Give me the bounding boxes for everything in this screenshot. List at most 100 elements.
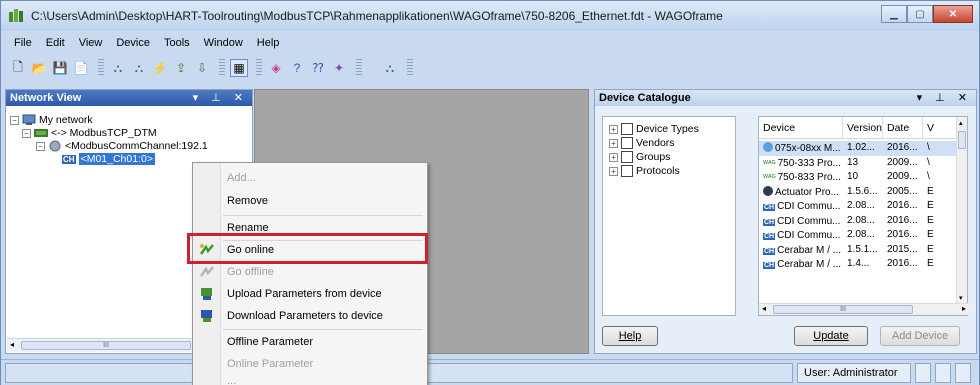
wizard-icon[interactable]: ✦ <box>330 59 348 77</box>
device-row[interactable]: 075x-08xx M... 1.02... 2016... \ <box>759 141 957 156</box>
menu-item-more[interactable]: ... <box>193 375 427 385</box>
tree-label: My network <box>39 114 93 126</box>
update-button[interactable]: Update <box>794 326 868 346</box>
menu-help[interactable]: Help <box>250 35 287 53</box>
menu-tools[interactable]: Tools <box>157 35 197 53</box>
scroll-thumb[interactable]: III <box>21 341 191 350</box>
vendor-cell: \ <box>927 142 930 153</box>
device-row[interactable]: CH CDI Commu... 2.08... 2016... E <box>759 214 957 229</box>
scroll-thumb[interactable]: III <box>773 305 913 314</box>
menu-view[interactable]: View <box>72 35 110 53</box>
connect-icon[interactable]: ⚡ <box>151 59 169 77</box>
add-device-button[interactable]: Add Device <box>880 326 960 346</box>
network-icon <box>22 114 36 125</box>
upload-icon[interactable]: ⇪ <box>172 59 190 77</box>
minimize-button[interactable]: ▁ <box>881 5 907 23</box>
close-button[interactable]: ✕ <box>933 5 973 23</box>
device-row[interactable]: CH Cerabar M / ... 1.4... 2016... E <box>759 257 957 272</box>
vendor-cell: \ <box>927 171 930 182</box>
device-row[interactable]: CH CDI Commu... 2.08... 2016... E <box>759 228 957 243</box>
expand-icon[interactable]: + <box>609 124 618 134</box>
menu-item-label: Remove <box>227 195 268 207</box>
help-icon[interactable]: ? <box>288 59 306 77</box>
hart-tool-icon[interactable]: ⛬ <box>381 59 399 77</box>
vendor-cell: \ <box>927 156 930 168</box>
category-item[interactable]: + Device Types <box>609 123 699 135</box>
menu-item-remove[interactable]: Remove <box>193 190 427 212</box>
device-name-cell: CH Cerabar M / ... <box>759 257 843 272</box>
menu-separator <box>223 215 423 216</box>
expand-icon[interactable]: + <box>609 152 618 162</box>
category-item[interactable]: + Vendors <box>609 137 675 149</box>
menu-bar: File Edit View Device Tools Window Help <box>1 35 979 53</box>
scroll-right-arrow[interactable]: ▸ <box>962 304 966 313</box>
device-row[interactable]: CH CDI Commu... 2.08... 2016... E <box>759 199 957 214</box>
hart-icon: CH <box>62 154 76 164</box>
menu-file[interactable]: File <box>7 35 39 53</box>
menu-item-add[interactable]: Add... <box>193 167 427 189</box>
menu-item-online-parameter[interactable]: Online Parameter <box>193 353 427 375</box>
scroll-left-arrow[interactable]: ◂ <box>10 340 14 349</box>
go-online-annotation-box <box>187 233 428 264</box>
maximize-button[interactable]: ▢ <box>907 5 933 23</box>
upload-icon <box>199 286 215 302</box>
title-bar[interactable]: C:\Users\Admin\Desktop\HART-Toolrouting\… <box>1 1 979 31</box>
device-name-cell: CH Cerabar M / ... <box>759 243 843 258</box>
tree-item-modbus-dtm[interactable]: − <-> ModbusTCP_DTM <box>22 127 157 139</box>
menu-item-go-offline[interactable]: Go offline <box>193 261 427 283</box>
panel-controls[interactable]: ▾ ⊥ ✕ <box>917 91 972 104</box>
device-row[interactable]: ᵂᴬᴳ 750-833 Pro... 10 2009... \ <box>759 170 957 185</box>
open-folder-icon[interactable]: 📂 <box>30 59 48 77</box>
device-name-cell: ᵂᴬᴳ 750-833 Pro... <box>759 170 843 185</box>
column-header-date[interactable]: Date <box>883 117 923 138</box>
device-name-cell: CH CDI Commu... <box>759 228 843 243</box>
save-icon[interactable]: 💾 <box>51 59 69 77</box>
device-row[interactable]: CH Cerabar M / ... 1.5.1... 2015... E <box>759 243 957 258</box>
column-header-device[interactable]: Device <box>759 117 843 138</box>
expand-icon[interactable]: + <box>609 166 618 176</box>
expand-icon[interactable]: + <box>609 138 618 148</box>
device-row[interactable]: Actuator Pro... 1.5.6... 2005... E <box>759 185 957 200</box>
hart-icon: CH <box>763 218 776 226</box>
version-cell: 2.08... <box>847 214 875 226</box>
device-catalogue-title-text: Device Catalogue <box>599 92 691 104</box>
go-offline-icon <box>199 264 215 280</box>
scroll-up-arrow[interactable]: ▴ <box>959 119 963 127</box>
menu-item-label: Online Parameter <box>227 358 314 370</box>
menu-item-upload[interactable]: Upload Parameters from device <box>193 283 427 305</box>
vertical-scrollbar[interactable]: ▴ ▾ <box>956 117 967 304</box>
column-header-version[interactable]: Version <box>843 117 883 138</box>
tree-item-device[interactable]: CH <M01_Ch01:0> <box>62 153 155 165</box>
horizontal-scrollbar[interactable]: ◂ III ▸ <box>759 303 969 315</box>
panel-controls[interactable]: ▾ ⊥ ✕ <box>193 91 248 104</box>
menu-device[interactable]: Device <box>109 35 157 53</box>
network-remove-icon[interactable]: ⛬ <box>130 59 148 77</box>
copy-icon[interactable]: 📄 <box>72 59 90 77</box>
category-item[interactable]: + Groups <box>609 151 670 163</box>
help-button[interactable]: Help <box>602 326 658 346</box>
date-cell: 2009... <box>887 171 918 182</box>
network-add-icon[interactable]: ⛬ <box>109 59 127 77</box>
tree-label: <ModbusCommChannel:192.1 <box>65 140 208 152</box>
scroll-down-arrow[interactable]: ▾ <box>959 294 963 302</box>
scroll-left-arrow[interactable]: ◂ <box>762 304 766 313</box>
context-help-icon[interactable]: ⁇ <box>309 59 327 77</box>
menu-item-download[interactable]: Download Parameters to device <box>193 305 427 327</box>
menu-item-label: Go offline <box>227 266 274 278</box>
column-header-v[interactable]: V <box>923 117 943 138</box>
category-item[interactable]: + Protocols <box>609 165 680 177</box>
collapse-icon[interactable]: − <box>10 115 19 125</box>
tree-item-my-network[interactable]: − My network <box>10 114 93 126</box>
collapse-icon[interactable]: − <box>22 128 31 138</box>
tree-item-comm-channel[interactable]: − <ModbusCommChannel:192.1 <box>36 140 208 152</box>
collapse-icon[interactable]: − <box>36 141 45 151</box>
scroll-thumb[interactable] <box>958 131 966 149</box>
menu-window[interactable]: Window <box>197 35 250 53</box>
menu-item-offline-parameter[interactable]: Offline Parameter <box>193 331 427 353</box>
menu-edit[interactable]: Edit <box>39 35 72 53</box>
new-file-icon[interactable]: 🗋 <box>9 59 27 77</box>
catalogue-icon[interactable]: ◈ <box>267 59 285 77</box>
download-icon[interactable]: ⇩ <box>193 59 211 77</box>
device-row[interactable]: ᵂᴬᴳ 750-333 Pro... 13 2009... \ <box>759 156 957 171</box>
layout-icon[interactable]: ▦ <box>230 59 248 77</box>
